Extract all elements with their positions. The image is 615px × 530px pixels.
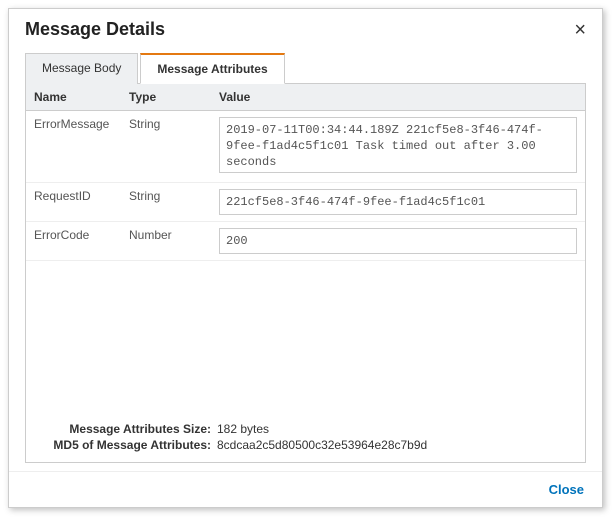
attr-value-field[interactable] [219,117,577,173]
attr-name: ErrorCode [26,222,121,261]
table-row: ErrorMessage String [26,111,585,183]
col-header-type: Type [121,84,211,111]
tab-bar: Message Body Message Attributes [25,52,586,84]
dialog-footer: Close [9,471,602,507]
attr-name: ErrorMessage [26,111,121,183]
attributes-table-area: Name Type Value ErrorMessage String R [26,84,585,412]
metadata-block: Message Attributes Size: 182 bytes MD5 o… [26,412,585,462]
attr-type: Number [121,222,211,261]
col-header-value: Value [211,84,585,111]
attr-type: String [121,111,211,183]
tab-content: Name Type Value ErrorMessage String R [25,84,586,463]
attr-value-field[interactable] [219,228,577,254]
attr-value-field[interactable] [219,189,577,215]
attr-type: String [121,183,211,222]
meta-size-value: 182 bytes [217,422,269,436]
message-details-dialog: Message Details × Message Body Message A… [8,8,603,508]
close-button[interactable]: Close [549,482,584,497]
dialog-header: Message Details × [9,9,602,48]
col-header-name: Name [26,84,121,111]
table-row: RequestID String [26,183,585,222]
meta-size-label: Message Attributes Size: [42,422,217,436]
meta-row-md5: MD5 of Message Attributes: 8cdcaa2c5d805… [42,438,569,452]
dialog-title: Message Details [25,19,165,40]
close-icon[interactable]: × [574,20,586,40]
attr-name: RequestID [26,183,121,222]
meta-md5-value: 8cdcaa2c5d80500c32e53964e28c7b9d [217,438,427,452]
table-row: ErrorCode Number [26,222,585,261]
meta-md5-label: MD5 of Message Attributes: [42,438,217,452]
tab-message-body[interactable]: Message Body [25,53,138,84]
tab-message-attributes[interactable]: Message Attributes [140,53,284,84]
attributes-table: Name Type Value ErrorMessage String R [26,84,585,261]
meta-row-size: Message Attributes Size: 182 bytes [42,422,569,436]
